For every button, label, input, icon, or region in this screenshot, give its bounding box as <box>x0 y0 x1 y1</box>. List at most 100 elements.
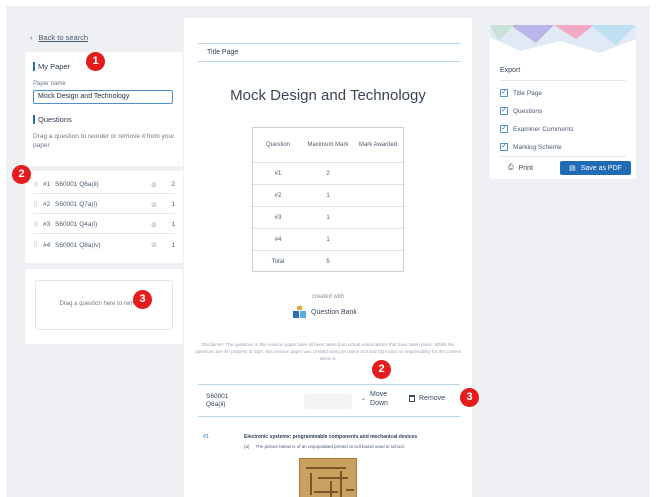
print-button[interactable]: ⎙ Print <box>508 164 533 172</box>
table-cell: #2 <box>274 192 282 199</box>
table-cell: 2 <box>326 170 330 177</box>
question-number: #1 <box>43 181 51 188</box>
grip-icon[interactable]: ⠿ <box>33 221 43 229</box>
trash-icon <box>409 395 415 402</box>
grip-icon[interactable]: ⠿ <box>33 241 43 249</box>
grip-icon[interactable]: ⠿ <box>33 181 43 189</box>
question-number: #4 <box>43 241 51 249</box>
questions-heading: Questions <box>33 115 72 124</box>
remove-dropzone-panel: Drag a question here to remove it <box>25 269 183 344</box>
export-heading: Export <box>500 67 521 74</box>
question-list-item[interactable]: ⠿ #2 S60001 Q7a(i) ⊘ 1 <box>33 196 175 214</box>
table-cell: 1 <box>326 192 330 199</box>
chevron-down-icon: ⌄ <box>361 396 367 402</box>
question-preview-heading: Electronic systems: programmable compone… <box>244 434 418 440</box>
question-toolbar: S60001 Q6a(ii) ⌄ Move Down Remove <box>198 384 460 417</box>
annotation-badge: 3 <box>133 290 152 309</box>
table-cell: 1 <box>326 214 330 221</box>
question-marks: 1 <box>171 221 175 228</box>
table-cell: Total <box>271 258 285 265</box>
paper-title: Mock Design and Technology <box>230 87 426 104</box>
checkbox-checked[interactable]: ✓ <box>500 107 508 115</box>
paper-name-input[interactable]: Mock Design and Technology <box>33 90 173 104</box>
save-as-pdf-label: Save as PDF <box>580 164 622 172</box>
export-option-questions[interactable]: ✓ Questions <box>500 107 542 115</box>
annotation-badge: 2 <box>12 165 31 184</box>
paper-preview: Title Page Mock Design and Technology Qu… <box>184 18 472 497</box>
save-as-pdf-button[interactable]: ▤ Save as PDF <box>560 161 631 175</box>
annotation-badge: 2 <box>372 360 391 379</box>
divider <box>500 80 626 81</box>
table-cell: #4 <box>274 236 282 243</box>
export-option-title-page[interactable]: ✓ Title Page <box>500 89 542 97</box>
paperclip-icon: ⊘ <box>151 201 157 209</box>
column-header: Maximum Mark <box>307 142 349 148</box>
chevron-left-icon: ‹ <box>30 33 33 42</box>
back-label: Back to search <box>38 33 89 42</box>
question-list-panel: ⠿ #1 S60001 Q6a(ii) ⊘ 2 ⠿ #2 S60001 Q7a(… <box>25 171 183 263</box>
move-up-button-faded <box>304 394 352 409</box>
question-list-item[interactable]: ⠿ #4 S60001 Q8a(iv) ⊘ 1 <box>33 236 175 254</box>
table-row-total: Total 5 <box>253 251 403 272</box>
question-preview-subtext: (a) The picture below is of an unpopulate… <box>244 444 405 449</box>
table-cell: #1 <box>274 170 282 177</box>
question-marks: 1 <box>171 241 175 249</box>
marks-table-header: Question Maximum Mark Mark Awarded <box>253 128 403 163</box>
paperclip-icon: ⊘ <box>151 181 157 189</box>
remove-button[interactable]: Remove <box>409 395 445 402</box>
move-down-button[interactable]: ⌄ Move Down <box>361 390 388 408</box>
annotation-badge: 3 <box>460 388 479 407</box>
app-stage: ‹ Back to search My Paper Paper name Moc… <box>6 6 650 497</box>
question-bank-logo <box>293 306 306 318</box>
question-code-line: S60001 <box>206 393 229 400</box>
checkbox-checked[interactable]: ✓ <box>500 89 508 97</box>
question-bar-code: S60001 Q6a(ii) <box>206 393 228 409</box>
checkbox-checked[interactable]: ✓ <box>500 143 508 151</box>
back-to-search-link[interactable]: ‹ Back to search <box>30 33 88 42</box>
marks-table: Question Maximum Mark Mark Awarded #1 2 … <box>252 127 404 272</box>
move-down-label: Move Down <box>370 391 388 407</box>
table-row: #3 1 <box>253 207 403 229</box>
annotation-badge: 1 <box>86 52 105 71</box>
question-preview-number: #1 <box>203 434 210 440</box>
pdf-icon: ▤ <box>569 165 576 172</box>
question-marks: 1 <box>171 201 175 208</box>
question-code: S60001 Q4a(i) <box>55 221 98 228</box>
table-cell: 1 <box>326 236 330 243</box>
printer-icon: ⎙ <box>508 164 514 171</box>
table-cell: #3 <box>274 214 282 221</box>
option-label: Examiner Comments <box>513 125 574 133</box>
grip-icon[interactable]: ⠿ <box>33 201 43 209</box>
remove-label: Remove <box>419 395 446 402</box>
brand-name: Question Bank <box>311 308 357 316</box>
circuit-board-image <box>299 458 357 497</box>
question-code: S60001 Q8a(iv) <box>55 241 101 249</box>
disclaimer-text: Disclaimer: The questions in this revisi… <box>195 342 461 361</box>
paperclip-icon: ⊘ <box>151 242 157 249</box>
paper-name-label: Paper name <box>33 81 66 87</box>
question-code-line: Q6a(ii) <box>206 401 226 408</box>
reorder-hint: Drag a question to reorder or remove it … <box>33 133 175 149</box>
question-list-item[interactable]: ⠿ #1 S60001 Q6a(ii) ⊘ 2 <box>33 176 175 194</box>
decorative-banner <box>490 25 636 53</box>
option-label: Marking Scheme <box>513 143 562 151</box>
question-bank-brand: Question Bank <box>293 306 357 318</box>
title-page-header: Title Page <box>198 43 460 62</box>
table-row: #2 1 <box>253 185 403 207</box>
created-with-text: created with <box>311 294 345 300</box>
export-option-marking-scheme[interactable]: ✓ Marking Scheme <box>500 143 562 151</box>
question-list-item[interactable]: ⠿ #3 S60001 Q4a(i) ⊘ 1 <box>33 216 175 234</box>
table-cell: 5 <box>326 258 330 265</box>
print-label: Print <box>518 164 534 172</box>
column-header: Question <box>265 142 290 148</box>
checkbox-checked[interactable]: ✓ <box>500 125 508 133</box>
option-label: Title Page <box>513 89 543 97</box>
paperclip-icon: ⊘ <box>151 221 157 229</box>
question-number: #3 <box>43 221 51 228</box>
question-marks: 2 <box>171 181 175 188</box>
remove-dropzone[interactable]: Drag a question here to remove it <box>35 280 173 330</box>
option-label: Questions <box>513 107 543 115</box>
divider <box>500 156 626 157</box>
my-paper-panel: My Paper Paper name Mock Design and Tech… <box>25 52 183 166</box>
export-option-examiner-comments[interactable]: ✓ Examiner Comments <box>500 125 574 133</box>
